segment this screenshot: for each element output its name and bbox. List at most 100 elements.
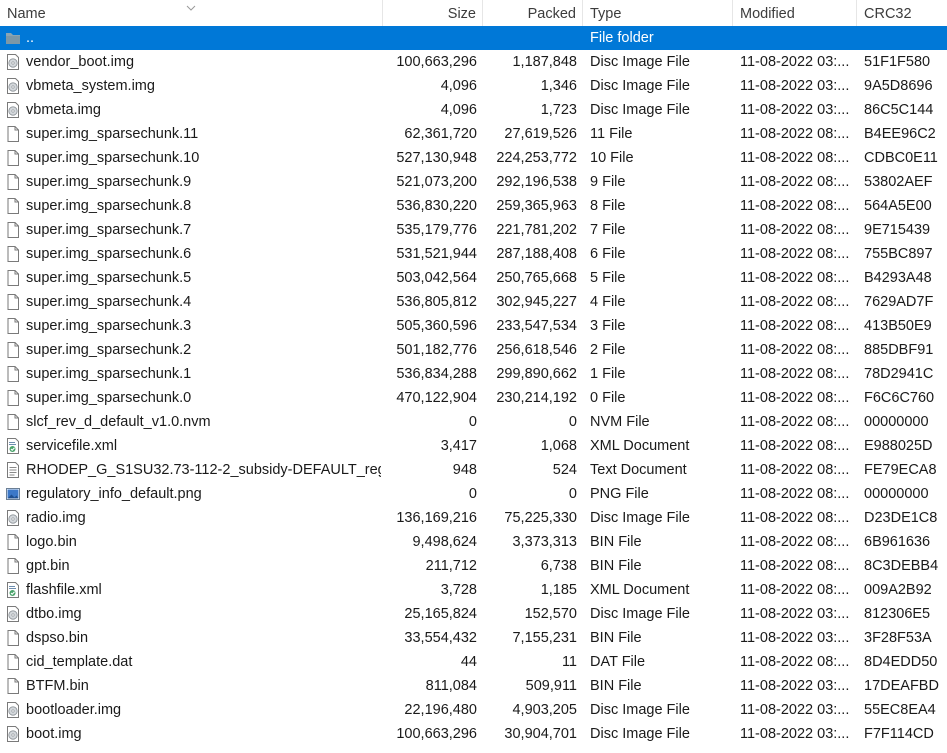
file-size: 536,805,812 — [396, 294, 477, 310]
table-row[interactable]: super.img_sparsechunk.6 531,521,944 287,18… — [0, 242, 947, 266]
file-packed-size: 224,253,772 — [496, 150, 577, 166]
disc-image-icon — [5, 702, 21, 718]
file-packed-size: 1,723 — [540, 102, 577, 118]
file-modified: 11-08-2022 08:... — [740, 294, 850, 310]
table-row[interactable]: logo.bin 9,498,624 3,373,313 BIN File 11-08-… — [0, 530, 947, 554]
file-packed-size: 1,187,848 — [512, 54, 577, 70]
parent-folder-row[interactable]: .. File folder — [0, 26, 947, 50]
file-name: super.img_sparsechunk.4 — [26, 294, 192, 310]
file-crc32: D23DE1C8 — [864, 510, 938, 526]
table-row[interactable]: dtbo.img 25,165,824 152,570 Disc Image File… — [0, 602, 947, 626]
disc-image-icon — [5, 510, 21, 526]
column-header: Name Size Packed Type Modified CRC32 — [0, 0, 947, 26]
table-row[interactable]: flashfile.xml 3,728 1,185 XML Document 11-08… — [0, 578, 947, 602]
column-header-size[interactable]: Size — [383, 0, 483, 26]
file-crc32: 8C3DEBB4 — [864, 558, 939, 574]
file-name: RHODEP_G_S1SU32.73-112-2_subsidy-DEFAULT… — [26, 462, 381, 478]
table-row[interactable]: boot.img 100,663,296 30,904,701 Disc Image … — [0, 722, 947, 746]
folder-icon — [5, 30, 21, 46]
file-modified: 11-08-2022 08:... — [740, 366, 850, 382]
file-size: 505,360,596 — [396, 318, 477, 334]
table-row[interactable]: BTFM.bin 811,084 509,911 BIN File 11-08-2022… — [0, 674, 947, 698]
table-row[interactable]: super.img_sparsechunk.4 536,805,812 302,94… — [0, 290, 947, 314]
file-type: DAT File — [590, 654, 646, 670]
file-packed-size: 7,155,231 — [512, 630, 577, 646]
table-row[interactable]: super.img_sparsechunk.9 521,073,200 292,19… — [0, 170, 947, 194]
table-row[interactable]: gpt.bin 211,712 6,738 BIN File 11-08-2022 08… — [0, 554, 947, 578]
chevron-down-icon — [186, 0, 196, 11]
file-type: BIN File — [590, 534, 642, 550]
file-crc32: 51F1F580 — [864, 54, 931, 70]
file-size: 0 — [468, 486, 477, 502]
table-row[interactable]: servicefile.xml 3,417 1,068 XML Document 11-… — [0, 434, 947, 458]
table-row[interactable]: vendor_boot.img 100,663,296 1,187,848 Disc … — [0, 50, 947, 74]
file-packed-size: 302,945,227 — [496, 294, 577, 310]
file-type: 11 File — [590, 126, 633, 142]
file-modified: 11-08-2022 08:... — [740, 558, 850, 574]
file-name: gpt.bin — [26, 558, 70, 574]
file-packed-size: 524 — [552, 462, 577, 478]
table-row[interactable]: super.img_sparsechunk.1 536,834,288 299,89… — [0, 362, 947, 386]
file-modified: 11-08-2022 08:... — [740, 174, 850, 190]
image-icon — [5, 486, 21, 502]
file-size: 536,834,288 — [396, 366, 477, 382]
table-row[interactable]: super.img_sparsechunk.10 527,130,948 224,2… — [0, 146, 947, 170]
file-name: servicefile.xml — [26, 438, 118, 454]
file-modified: 11-08-2022 03:... — [740, 606, 850, 622]
file-modified: 11-08-2022 03:... — [740, 726, 850, 742]
table-row[interactable]: radio.img 136,169,216 75,225,330 Disc Image… — [0, 506, 947, 530]
file-type: 1 File — [590, 366, 626, 382]
column-header-packed[interactable]: Packed — [483, 0, 583, 26]
table-row[interactable]: cid_template.dat 44 11 DAT File 11-08-2022 0… — [0, 650, 947, 674]
file-modified: 11-08-2022 08:... — [740, 246, 850, 262]
file-icon — [5, 318, 21, 334]
table-row[interactable]: vbmeta_system.img 4,096 1,346 Disc Image Fi… — [0, 74, 947, 98]
file-type: 4 File — [590, 294, 626, 310]
file-icon — [5, 414, 21, 430]
table-row[interactable]: super.img_sparsechunk.8 536,830,220 259,36… — [0, 194, 947, 218]
table-row[interactable]: super.img_sparsechunk.0 470,122,904 230,21… — [0, 386, 947, 410]
file-packed-size: 250,765,668 — [496, 270, 577, 286]
file-type: 5 File — [590, 270, 626, 286]
table-row[interactable]: super.img_sparsechunk.5 503,042,564 250,76… — [0, 266, 947, 290]
file-modified: 11-08-2022 08:... — [740, 318, 850, 334]
file-icon — [5, 654, 21, 670]
column-header-type[interactable]: Type — [583, 0, 733, 26]
file-packed-size: 4,903,205 — [512, 702, 577, 718]
file-modified: 11-08-2022 03:... — [740, 54, 850, 70]
disc-image-icon — [5, 102, 21, 118]
file-modified: 11-08-2022 08:... — [740, 486, 850, 502]
table-row[interactable]: slcf_rev_d_default_v1.0.nvm 0 0 NVM File 11-… — [0, 410, 947, 434]
file-type: 10 File — [590, 150, 634, 166]
file-packed-size: 11 — [561, 654, 577, 670]
file-packed-size: 1,068 — [540, 438, 577, 454]
table-row[interactable]: RHODEP_G_S1SU32.73-112-2_subsidy-DEFAULT… — [0, 458, 947, 482]
file-packed-size: 233,547,534 — [496, 318, 577, 334]
table-row[interactable]: super.img_sparsechunk.3 505,360,596 233,54… — [0, 314, 947, 338]
file-name: boot.img — [26, 726, 82, 742]
table-row[interactable]: super.img_sparsechunk.2 501,182,776 256,61… — [0, 338, 947, 362]
table-row[interactable]: dspso.bin 33,554,432 7,155,231 BIN File 11-0… — [0, 626, 947, 650]
file-icon — [5, 558, 21, 574]
file-name: super.img_sparsechunk.9 — [26, 174, 192, 190]
file-size: 470,122,904 — [396, 390, 477, 406]
column-header-crc[interactable]: CRC32 — [857, 0, 947, 26]
table-row[interactable]: bootloader.img 22,196,480 4,903,205 Disc Im… — [0, 698, 947, 722]
table-row[interactable]: super.img_sparsechunk.7 535,179,776 221,78… — [0, 218, 947, 242]
file-crc32: FE79ECA8 — [864, 462, 937, 478]
file-size: 531,521,944 — [396, 246, 477, 262]
table-row[interactable]: vbmeta.img 4,096 1,723 Disc Image File 11-08… — [0, 98, 947, 122]
column-header-modified[interactable]: Modified — [733, 0, 857, 26]
file-type: NVM File — [590, 414, 650, 430]
file-packed-size — [484, 26, 577, 50]
file-crc32: 755BC897 — [864, 246, 933, 262]
file-packed-size: 30,904,701 — [504, 726, 577, 742]
table-row[interactable]: super.img_sparsechunk.11 62,361,720 27,619… — [0, 122, 947, 146]
file-name: vbmeta_system.img — [26, 78, 155, 94]
file-icon — [5, 246, 21, 262]
file-list: .. File folder vendor_boot.img 100,663,296 1… — [0, 26, 947, 746]
file-modified: 11-08-2022 08:... — [740, 270, 850, 286]
file-name: radio.img — [26, 510, 86, 526]
file-packed-size: 256,618,546 — [496, 342, 577, 358]
table-row[interactable]: regulatory_info_default.png 0 0 PNG File 11-… — [0, 482, 947, 506]
